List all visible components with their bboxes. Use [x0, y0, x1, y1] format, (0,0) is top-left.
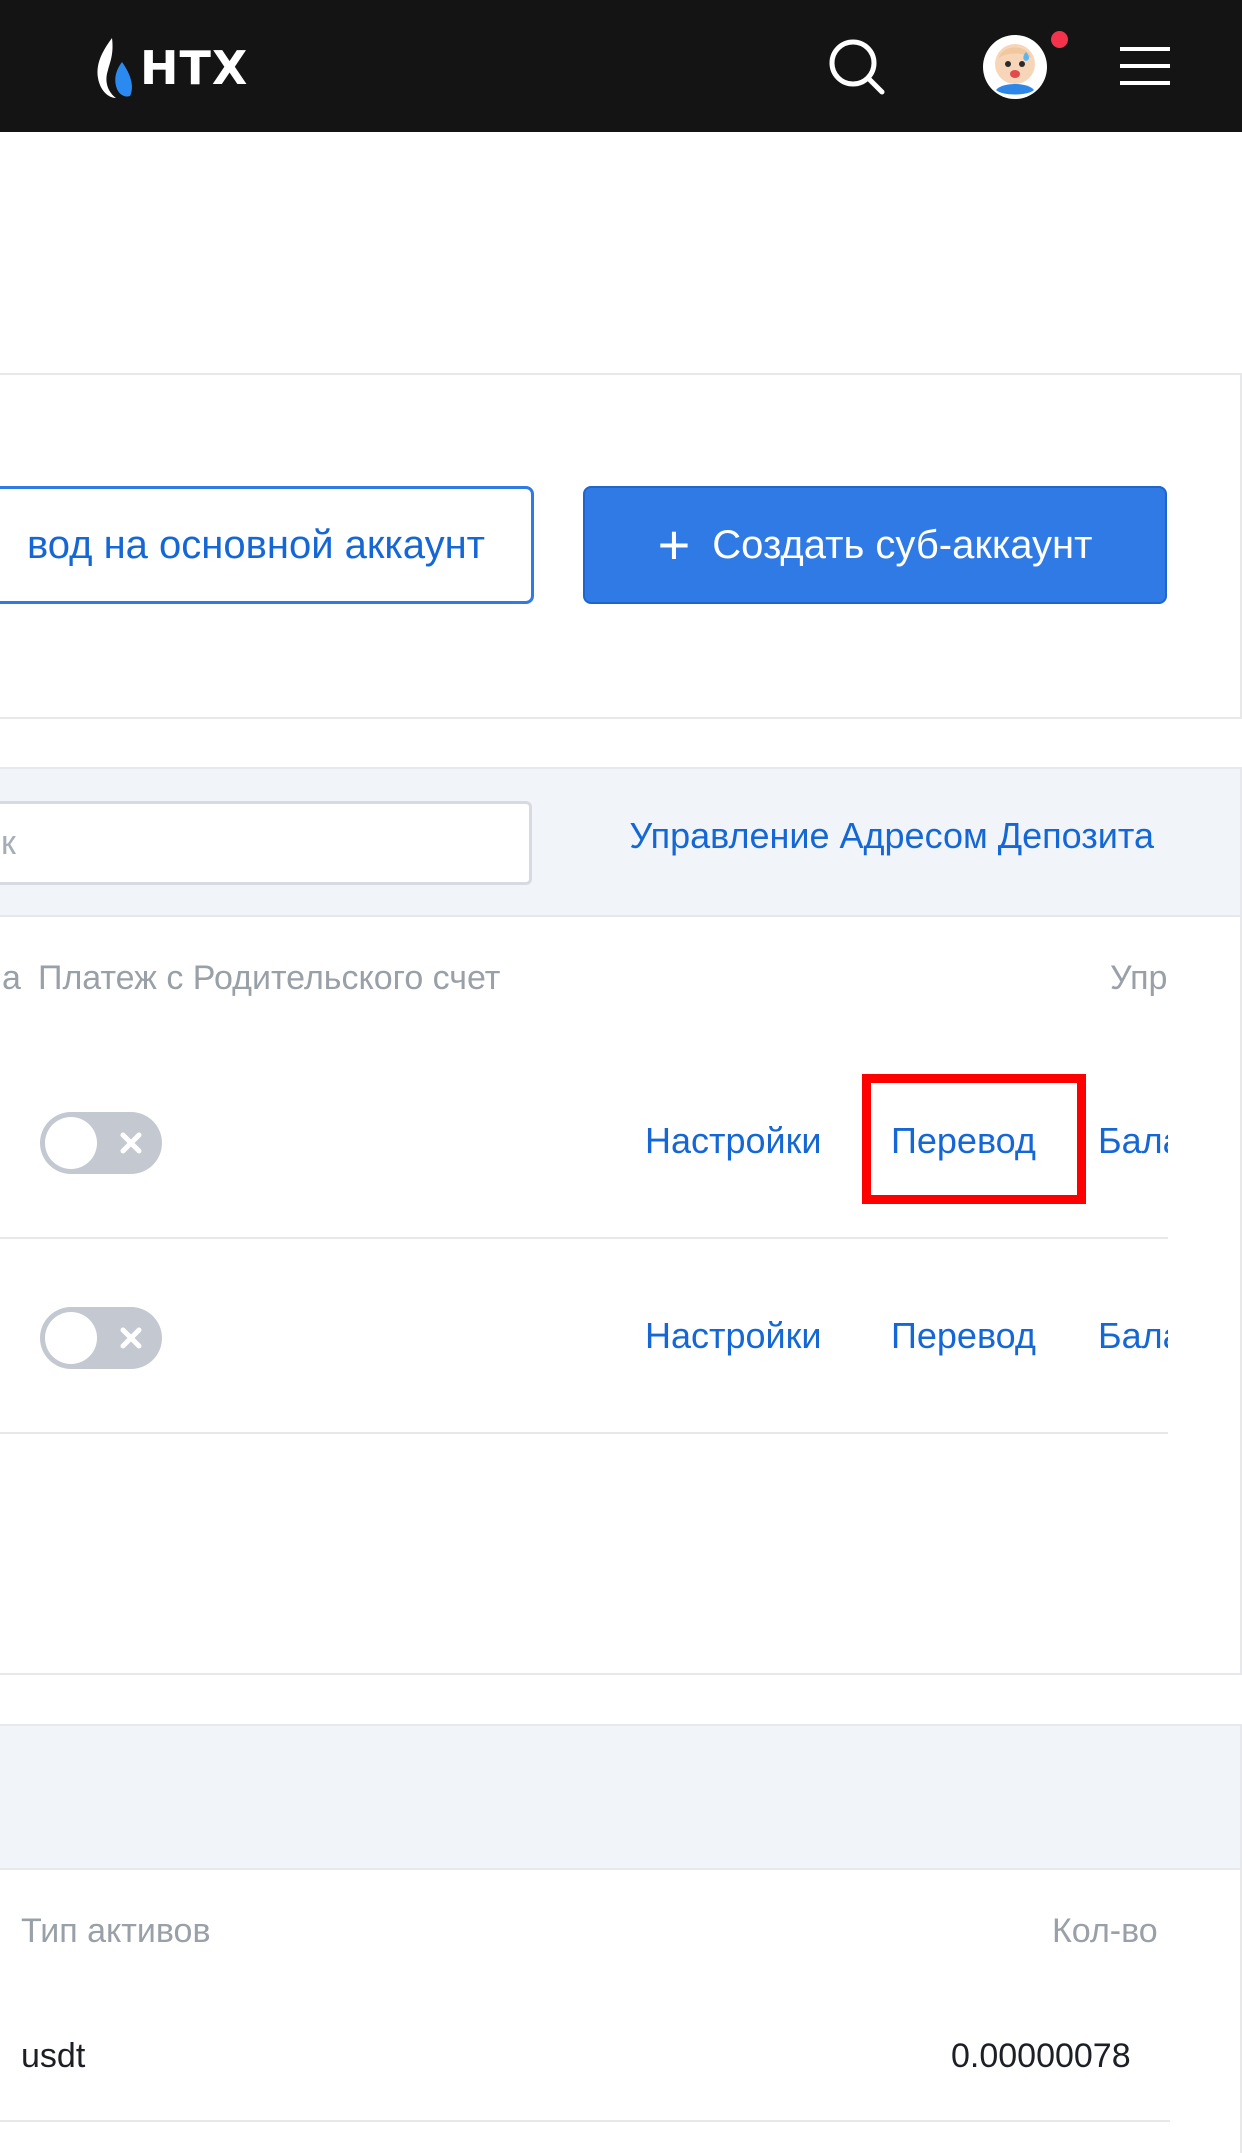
- close-icon: [120, 1132, 142, 1154]
- logo-text: HTX: [140, 41, 249, 95]
- transfer-to-main-label: вод на основной аккаунт: [26, 522, 485, 567]
- toggle-knob: [45, 1312, 97, 1364]
- highlight-box: [862, 1074, 1086, 1204]
- search-icon: [829, 39, 885, 95]
- transfer-link[interactable]: Перевод: [891, 1315, 1036, 1357]
- col-header-amount: Кол-во: [1052, 1912, 1158, 1950]
- notification-dot: [1051, 31, 1068, 48]
- row-divider: [0, 2120, 1170, 2122]
- col-header-asset-type: Тип активов: [21, 1912, 211, 1950]
- subaccounts-panel: Управление Адресом Депозита а Платеж с Р…: [0, 767, 1242, 1675]
- create-subaccount-label: Создать суб-аккаунт: [712, 522, 1093, 567]
- col-header-parent-payment: Платеж с Родительского счет: [38, 959, 501, 997]
- htx-logo[interactable]: HTX: [94, 36, 264, 100]
- menu-button[interactable]: [1118, 44, 1174, 88]
- close-icon: [120, 1327, 142, 1349]
- create-subaccount-button[interactable]: + Создать суб-аккаунт: [583, 486, 1167, 604]
- assets-panel-header: [0, 1726, 1240, 1870]
- baby-avatar-icon: [983, 35, 1047, 99]
- asset-amount: 0.00000078: [951, 2037, 1131, 2075]
- top-navbar: HTX: [0, 0, 1242, 132]
- settings-link[interactable]: Настройки: [645, 1315, 822, 1357]
- col-header-left-partial: а: [2, 959, 21, 997]
- balance-link[interactable]: Бала: [1098, 1120, 1168, 1162]
- transfer-to-main-button[interactable]: вод на основной аккаунт: [0, 486, 534, 604]
- balance-link[interactable]: Бала: [1098, 1315, 1168, 1357]
- hamburger-menu-icon: [1120, 47, 1170, 85]
- row-divider: [0, 1237, 1168, 1239]
- search-button[interactable]: [826, 36, 888, 98]
- subaccounts-table: а Платеж с Родительского счет Упр Настро…: [0, 769, 1168, 1673]
- plus-icon: +: [657, 513, 691, 576]
- col-header-manage: Упр: [1110, 959, 1168, 997]
- row-divider: [0, 1432, 1168, 1434]
- asset-name: usdt: [21, 2037, 86, 2075]
- avatar[interactable]: [982, 34, 1048, 100]
- page: HTX вод на основной аккаунт + Создать су…: [0, 0, 1242, 2153]
- parent-payment-toggle[interactable]: [40, 1112, 162, 1174]
- settings-link[interactable]: Настройки: [645, 1120, 822, 1162]
- htx-flame-icon: [97, 38, 132, 98]
- parent-payment-toggle[interactable]: [40, 1307, 162, 1369]
- toggle-knob: [45, 1117, 97, 1169]
